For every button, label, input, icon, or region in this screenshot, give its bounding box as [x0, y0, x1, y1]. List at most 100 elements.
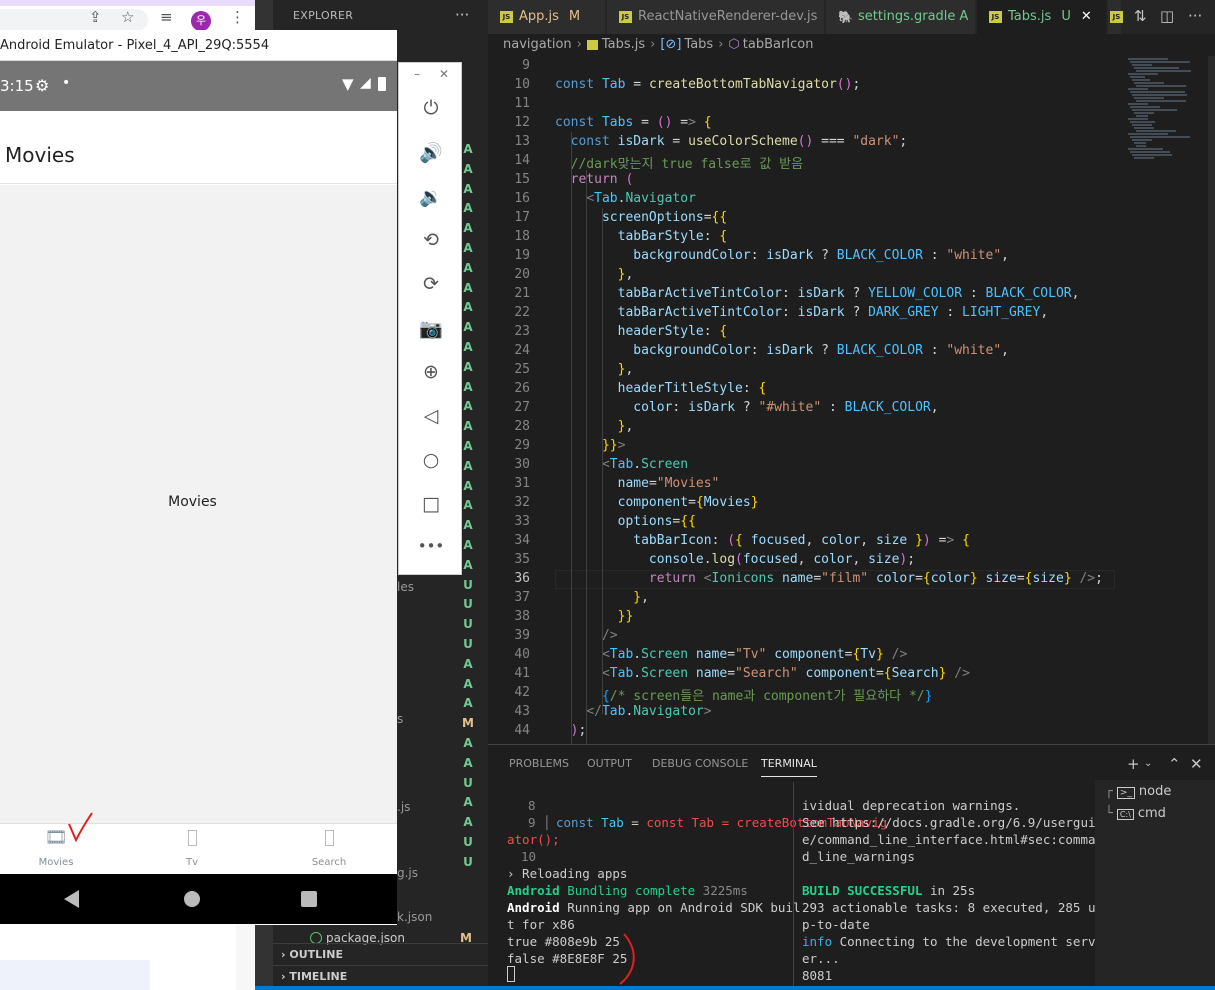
term-info: info Connecting to the development serv [802, 933, 1096, 950]
indent-guide [586, 170, 587, 744]
editor-scrollbar[interactable] [1208, 56, 1215, 744]
minimap-line [1136, 70, 1191, 72]
js-file-icon: JS [500, 11, 513, 23]
tree-icon: └ [1105, 806, 1113, 821]
back-icon[interactable] [64, 890, 79, 908]
avatar[interactable]: 우 [191, 11, 211, 31]
tab-terminal[interactable]: TERMINAL [761, 752, 817, 777]
power-icon[interactable]: ⏻ [399, 97, 463, 119]
rotate-left-icon[interactable]: ⟲ [399, 229, 463, 251]
code-line: tabBarStyle: { [617, 229, 728, 244]
minimap[interactable] [1120, 56, 1215, 744]
tab-search[interactable]: Search [279, 827, 379, 868]
close-icon[interactable]: ✕ [1081, 9, 1092, 24]
maximize-panel-icon[interactable]: ⌃ [1168, 752, 1181, 776]
code-line: }, [617, 362, 634, 377]
rotate-right-icon[interactable]: ⟳ [399, 273, 463, 295]
breadcrumb-item[interactable]: Tabs [684, 37, 713, 52]
minimap-line [1132, 139, 1152, 141]
terminal-item-cmd[interactable]: └ C:\ cmd [1105, 806, 1166, 821]
back-icon[interactable]: ◁ [399, 405, 463, 427]
tab-label: Search [311, 857, 347, 868]
code-line: screenOptions={{ [601, 210, 728, 225]
terminal-icon: >_ [1116, 787, 1135, 799]
minimap-line [1132, 64, 1152, 66]
minimize-icon[interactable]: – [414, 67, 420, 81]
minimap-line [1128, 148, 1163, 150]
file-fragment[interactable]: s [397, 712, 403, 726]
minimap-line [1128, 88, 1148, 90]
tab-label: settings.gradle [858, 9, 956, 24]
overview-icon[interactable] [301, 891, 317, 907]
camera-icon[interactable]: 📷 [399, 317, 463, 340]
code-line: <Tab.Screen name="Tv" component={Tv} /> [601, 647, 908, 662]
term-running-tag: Android [507, 900, 560, 915]
minimap-line [1136, 85, 1186, 87]
term-text: p-to-date [802, 917, 870, 932]
tab-problems[interactable]: PROBLEMS [509, 752, 569, 776]
home-icon[interactable]: ○ [399, 449, 463, 471]
minimap-line [1128, 118, 1148, 120]
git-status-badge: U [463, 835, 473, 849]
home-icon[interactable] [184, 891, 200, 907]
code-editor[interactable]: 9 10 const Tab = createBottomTabNavigator(… [488, 56, 1215, 744]
term-running-cont: t for x86 [507, 917, 575, 932]
overview-icon[interactable]: □ [399, 493, 463, 515]
media-control-icon[interactable]: ≡ [160, 8, 173, 26]
breadcrumb-item[interactable]: Tabs.js [602, 37, 645, 52]
zoom-icon[interactable]: ⊕ [399, 361, 463, 383]
file-fragment[interactable]: g.js [397, 866, 418, 880]
new-terminal-icon[interactable]: + [1127, 752, 1140, 776]
timeline-section[interactable]: › TIMELINE [273, 965, 488, 987]
volume-down-icon[interactable]: 🔉 [399, 185, 463, 208]
line-number: 27 [514, 400, 530, 415]
line-number: 18 [514, 229, 530, 244]
tab-debug-console[interactable]: DEBUG CONSOLE [652, 752, 748, 776]
tab-app-js[interactable]: JS App.js M [488, 0, 606, 34]
tab-label: ReactNativeRenderer-dev.js [638, 9, 818, 24]
more-icon[interactable]: ••• [399, 537, 463, 555]
tab-settings-gradle[interactable]: 🐘 settings.gradle A [826, 0, 976, 34]
terminal-split-divider[interactable] [793, 782, 794, 990]
menu-icon[interactable]: ⋮ [230, 8, 245, 26]
term-running: Android Running app on Android SDK buil [507, 899, 801, 916]
term-text: See https://docs.gradle.org/6.9/usergui [802, 815, 1096, 830]
minimap-line [1134, 97, 1164, 99]
more-icon[interactable]: ··· [1188, 0, 1202, 33]
file-fragment[interactable]: les [397, 580, 414, 594]
breadcrumb-item[interactable]: navigation [503, 37, 572, 52]
tab-tv[interactable]: Tv [142, 827, 242, 868]
editor-tab-bar: JS App.js M JS ReactNativeRenderer-dev.js 🐘… [488, 0, 1215, 34]
git-status-badge: U [463, 597, 473, 612]
git-status-badge: A [463, 736, 473, 750]
code-line: const Tab = createBottomTabNavigator(); [555, 77, 861, 92]
git-status-badge: M [462, 716, 474, 731]
js-file-icon [586, 39, 598, 50]
file-fragment[interactable]: k.json [397, 910, 432, 924]
explorer-more-icon[interactable]: ··· [455, 0, 469, 32]
line-number: 36 [514, 571, 530, 586]
breadcrumb-item[interactable]: tabBarIcon [743, 37, 814, 52]
close-icon[interactable]: ✕ [1190, 752, 1203, 776]
share-icon[interactable]: ⇪ [89, 8, 102, 26]
source-control-icon[interactable]: ⇅ [1134, 0, 1147, 33]
code-line: backgroundColor: isDark ? BLACK_COLOR : … [633, 343, 1009, 358]
terminal-item-node[interactable]: ┌ >_ node [1105, 784, 1171, 799]
screen-text: Movies [168, 494, 217, 510]
code-line: return ( [570, 172, 634, 187]
tab-tabs-js[interactable]: JS Tabs.js U ✕ [977, 0, 1107, 34]
close-icon[interactable]: ✕ [439, 67, 449, 81]
outline-section[interactable]: › OUTLINE [273, 943, 488, 965]
code-line: }}> [601, 438, 626, 453]
split-editor-icon[interactable]: ◫ [1160, 0, 1174, 33]
minimap-line [1130, 61, 1190, 63]
tab-react-native-renderer[interactable]: JS ReactNativeRenderer-dev.js [607, 0, 825, 34]
browser-scrollbar[interactable] [236, 925, 255, 990]
code-line: backgroundColor: isDark ? BLACK_COLOR : … [633, 248, 1009, 263]
star-icon[interactable]: ☆ [121, 8, 134, 26]
term-code-text: ator(); [507, 832, 560, 847]
file-fragment[interactable]: .js [397, 800, 410, 814]
tab-output[interactable]: OUTPUT [587, 752, 632, 776]
volume-up-icon[interactable]: 🔊 [399, 141, 463, 164]
chevron-down-icon[interactable]: ⌄ [1144, 752, 1152, 776]
